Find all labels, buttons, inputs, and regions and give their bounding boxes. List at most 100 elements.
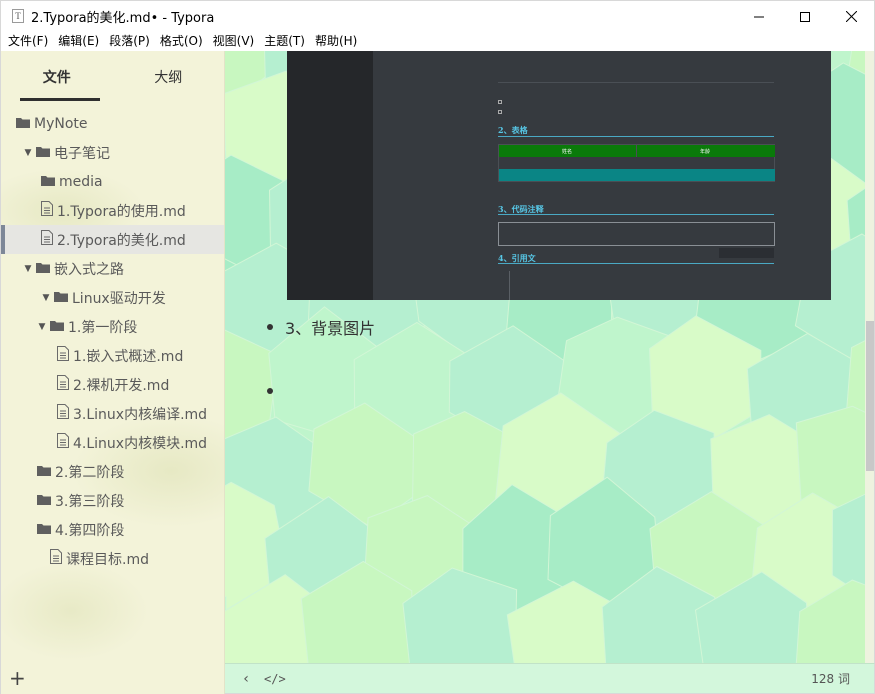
tree-item-label: MyNote	[34, 115, 88, 132]
file-icon	[57, 433, 69, 452]
tree-folder[interactable]: 2.第二阶段	[1, 457, 224, 486]
embedded-table-header-cell: 年龄	[700, 149, 711, 155]
status-bar: ‹ </> 128 词	[225, 663, 875, 694]
embedded-table-row-highlight	[499, 169, 775, 181]
tree-item-label: 1.第一阶段	[68, 319, 138, 336]
tree-item-label: 4.第四阶段	[55, 522, 125, 539]
tree-file[interactable]: 2.Typora的美化.md	[1, 225, 224, 254]
scrollbar-thumb[interactable]	[866, 321, 874, 471]
tree-folder[interactable]: ▼ 电子笔记	[1, 138, 224, 167]
tree-folder[interactable]: media	[1, 167, 224, 196]
menu-theme[interactable]: 主题(T)	[259, 31, 310, 51]
close-icon	[845, 11, 857, 22]
expand-triangle-icon[interactable]: ▼	[37, 322, 47, 332]
tree-folder[interactable]: ▼ 1.第一阶段	[1, 312, 224, 341]
source-code-mode-button[interactable]: </>	[264, 672, 286, 686]
expand-triangle-icon[interactable]: ▼	[23, 148, 33, 158]
editor-scrollbar[interactable]	[865, 51, 875, 663]
tree-item-label: 4.Linux内核模块.md	[73, 435, 208, 452]
embedded-sidebar	[287, 51, 373, 300]
file-icon	[50, 549, 62, 568]
close-button[interactable]	[828, 1, 874, 32]
folder-icon	[41, 174, 55, 190]
menu-file[interactable]: 文件(F)	[3, 31, 53, 51]
minimize-button[interactable]	[736, 1, 782, 32]
folder-icon	[37, 493, 51, 509]
bullet-icon	[267, 324, 273, 330]
minimize-icon	[754, 16, 764, 17]
expand-triangle-icon[interactable]: ▼	[23, 264, 33, 274]
menu-help[interactable]: 帮助(H)	[310, 31, 362, 51]
tree-file[interactable]: 1.嵌入式概述.md	[1, 341, 224, 370]
menu-edit[interactable]: 编辑(E)	[53, 31, 104, 51]
tree-file[interactable]: 1.Typora的使用.md	[1, 196, 224, 225]
embedded-content: 2、表格 姓名 年龄 3、代码注释 4、引用文	[373, 51, 831, 300]
tree-item-label: 电子笔记	[54, 145, 110, 162]
folder-icon	[37, 464, 51, 480]
embedded-heading: 2、表格	[498, 125, 528, 135]
tab-files[interactable]: 文件	[1, 51, 113, 101]
embedded-code-block	[498, 222, 775, 246]
tree-file[interactable]: 课程目标.md	[1, 544, 224, 573]
window-title: 2.Typora的美化.md• - Typora	[31, 10, 215, 26]
embedded-table-header-cell: 姓名	[562, 149, 573, 155]
tree-item-label: 2.Typora的美化.md	[57, 232, 186, 249]
tree-item-label: 3.Linux内核编译.md	[73, 406, 208, 423]
embedded-table-header: 姓名	[499, 145, 637, 157]
file-icon	[57, 375, 69, 394]
add-file-button[interactable]: +	[9, 668, 26, 688]
editor-area[interactable]: 2、表格 姓名 年龄 3、代码注释 4、引用文 3、背景图片	[225, 51, 865, 663]
tree-file[interactable]: 3.Linux内核编译.md	[1, 399, 224, 428]
tree-item-label: 3.第三阶段	[55, 493, 125, 510]
tree-folder[interactable]: ▼ 嵌入式之路	[1, 254, 224, 283]
title-bar: T 2.Typora的美化.md• - Typora	[0, 0, 875, 31]
sidebar-tabs: 文件 大纲	[1, 51, 225, 101]
sidebar: 文件 大纲 MyNote ▼ 电子笔记 media 1.Typora的使用.md 2.Ty…	[0, 51, 225, 694]
window-controls	[736, 1, 874, 32]
expand-triangle-icon[interactable]: ▼	[41, 293, 51, 303]
folder-icon	[16, 116, 30, 132]
list-item[interactable]	[267, 388, 285, 394]
tree-file[interactable]: 2.裸机开发.md	[1, 370, 224, 399]
tree-item-label: 1.嵌入式概述.md	[73, 348, 184, 365]
menu-bar: 文件(F) 编辑(E) 段落(P) 格式(O) 视图(V) 主题(T) 帮助(H…	[0, 31, 875, 51]
bullet-icon	[267, 388, 273, 394]
embedded-rule	[498, 214, 774, 215]
embedded-checkbox	[498, 100, 502, 104]
file-icon	[57, 346, 69, 365]
menu-format[interactable]: 格式(O)	[155, 31, 208, 51]
embedded-code-lang	[719, 248, 774, 258]
maximize-button[interactable]	[782, 1, 828, 32]
tree-folder[interactable]: 4.第四阶段	[1, 515, 224, 544]
file-icon	[57, 404, 69, 423]
file-icon	[41, 201, 53, 220]
menu-paragraph[interactable]: 段落(P)	[104, 31, 155, 51]
tree-file[interactable]: 4.Linux内核模块.md	[1, 428, 224, 457]
word-count[interactable]: 128 词	[811, 670, 850, 687]
tree-item-label: 2.第二阶段	[55, 464, 125, 481]
list-item[interactable]: 3、背景图片	[267, 315, 375, 339]
menu-view[interactable]: 视图(V)	[208, 31, 260, 51]
embedded-screenshot-image[interactable]: 2、表格 姓名 年龄 3、代码注释 4、引用文	[287, 51, 831, 300]
embedded-checkbox	[498, 110, 502, 114]
embedded-divider	[498, 82, 774, 83]
folder-icon	[54, 290, 68, 306]
tab-outline[interactable]: 大纲	[113, 51, 225, 99]
file-tree: MyNote ▼ 电子笔记 media 1.Typora的使用.md 2.Typora的美…	[1, 109, 224, 573]
typora-doc-icon: T	[12, 9, 24, 23]
tree-item-label: Linux驱动开发	[72, 290, 166, 307]
file-icon	[41, 230, 53, 249]
tree-item-label: 1.Typora的使用.md	[57, 203, 186, 220]
embedded-quote-bar	[509, 271, 510, 300]
list-item-text: 3、背景图片	[285, 319, 376, 338]
tree-folder[interactable]: ▼ Linux驱动开发	[1, 283, 224, 312]
toggle-sidebar-button[interactable]: ‹	[236, 671, 256, 687]
tree-folder[interactable]: 3.第三阶段	[1, 486, 224, 515]
tree-item-label: 2.裸机开发.md	[73, 377, 170, 394]
folder-icon	[50, 319, 64, 335]
embedded-rule	[498, 136, 774, 137]
tree-folder[interactable]: MyNote	[1, 109, 224, 138]
folder-icon	[37, 522, 51, 538]
folder-icon	[36, 261, 50, 277]
embedded-table-header: 年龄	[637, 145, 775, 157]
